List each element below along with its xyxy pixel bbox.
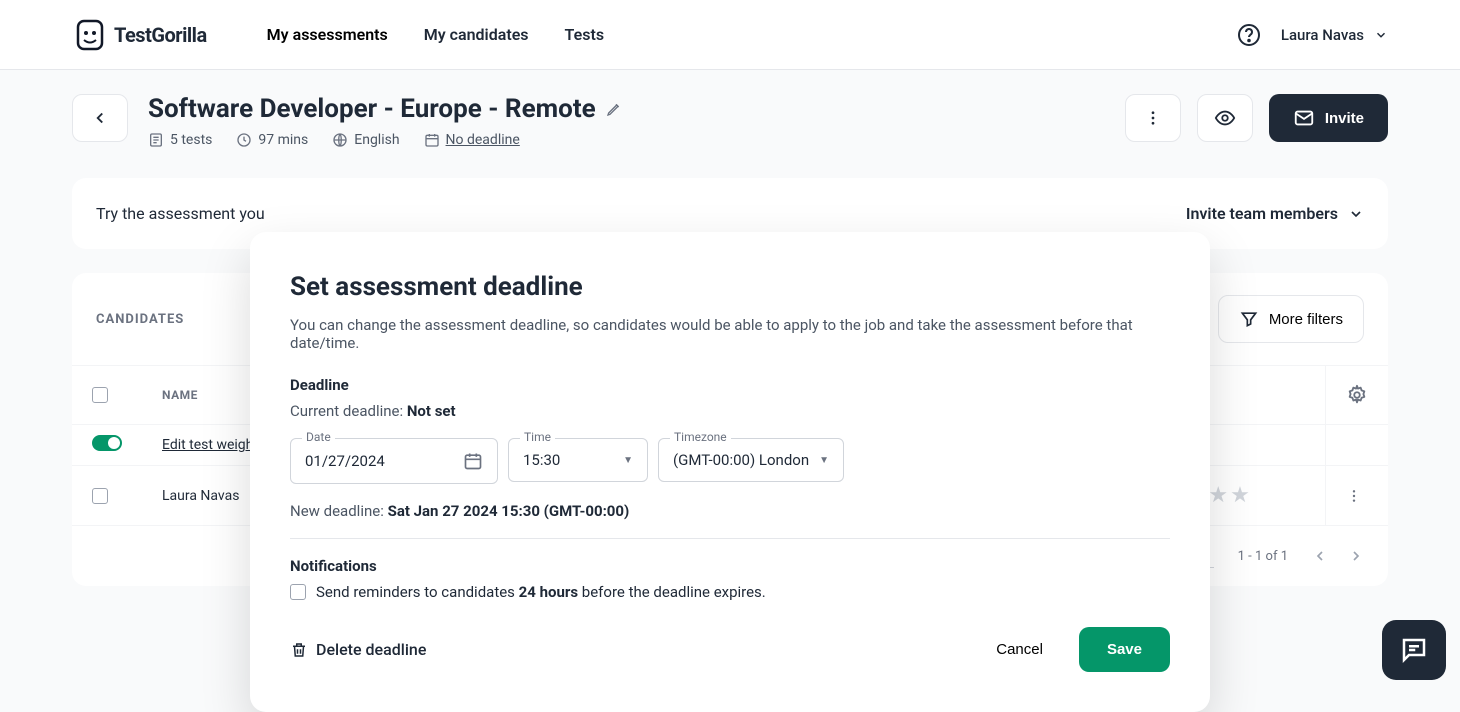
user-name: Laura Navas xyxy=(1281,26,1364,44)
help-button[interactable] xyxy=(1237,23,1261,47)
date-input[interactable]: 01/27/2024 xyxy=(290,438,498,484)
timezone-select[interactable]: (GMT-00:00) London ▼ xyxy=(658,438,844,482)
cancel-button[interactable]: Cancel xyxy=(972,627,1067,672)
tests-count: 5 tests xyxy=(148,132,212,148)
edit-title-button[interactable] xyxy=(606,101,622,117)
save-button[interactable]: Save xyxy=(1079,627,1170,672)
brand-logo[interactable]: TestGorilla xyxy=(72,17,207,53)
chevron-down-icon xyxy=(1374,28,1388,42)
notification-checkbox-row[interactable]: Send reminders to candidates 24 hours be… xyxy=(290,583,1170,601)
invite-team-button[interactable]: Invite team members xyxy=(1186,204,1364,223)
top-header: TestGorilla My assessments My candidates… xyxy=(0,0,1460,70)
brand-name: TestGorilla xyxy=(114,23,207,47)
invite-button[interactable]: Invite xyxy=(1269,94,1388,142)
nav-my-assessments[interactable]: My assessments xyxy=(267,25,388,44)
deadline-link[interactable]: No deadline xyxy=(424,132,520,148)
star-icon: ★ xyxy=(1208,483,1228,508)
date-label: Date xyxy=(302,430,335,444)
time-label: Time xyxy=(520,430,555,444)
chevron-right-icon xyxy=(1348,548,1364,564)
more-filters-button[interactable]: More filters xyxy=(1218,295,1364,343)
chevron-left-icon xyxy=(91,109,109,127)
chevron-left-icon xyxy=(1312,548,1328,564)
trash-icon xyxy=(290,641,308,659)
try-text: Try the assessment you xyxy=(96,204,265,223)
timezone-label: Timezone xyxy=(670,430,731,444)
main-nav: My assessments My candidates Tests xyxy=(267,25,604,44)
new-deadline: New deadline: Sat Jan 27 2024 15:30 (GMT… xyxy=(290,502,1170,539)
chat-widget-button[interactable] xyxy=(1382,620,1446,680)
notifications-section-title: Notifications xyxy=(290,557,1170,575)
next-page-button[interactable] xyxy=(1348,548,1364,564)
chevron-down-icon: ▼ xyxy=(623,455,633,466)
duration: 97 mins xyxy=(236,132,308,148)
nav-my-candidates[interactable]: My candidates xyxy=(424,25,529,44)
kebab-icon xyxy=(1346,488,1362,504)
prev-page-button[interactable] xyxy=(1312,548,1328,564)
reminder-label: Send reminders to candidates 24 hours be… xyxy=(316,583,766,601)
assessment-title: Software Developer - Europe - Remote xyxy=(148,94,596,124)
deadline-section-title: Deadline xyxy=(290,376,1170,394)
calendar-icon xyxy=(424,132,440,148)
modal-title: Set assessment deadline xyxy=(290,272,1170,302)
logo-mark-icon xyxy=(72,17,108,53)
filter-icon xyxy=(1239,309,1259,329)
pagination-range: 1 - 1 of 1 xyxy=(1238,549,1288,564)
weights-toggle[interactable] xyxy=(92,435,122,451)
language: English xyxy=(332,132,399,148)
nav-tests[interactable]: Tests xyxy=(565,25,605,44)
candidates-heading: CANDIDATES xyxy=(96,312,184,327)
preview-button[interactable] xyxy=(1197,94,1253,142)
assessment-subheader: Software Developer - Europe - Remote 5 t… xyxy=(0,70,1460,178)
delete-deadline-button[interactable]: Delete deadline xyxy=(290,640,426,659)
clock-icon xyxy=(236,132,252,148)
deadline-modal: Set assessment deadline You can change t… xyxy=(250,232,1210,712)
star-icon: ★ xyxy=(1230,483,1250,508)
chevron-down-icon: ▼ xyxy=(819,455,829,466)
chat-icon xyxy=(1399,635,1429,665)
table-settings-button[interactable] xyxy=(1346,384,1368,406)
envelope-icon xyxy=(1293,107,1315,129)
tests-icon xyxy=(148,132,164,148)
gear-icon xyxy=(1346,384,1368,406)
modal-description: You can change the assessment deadline, … xyxy=(290,316,1170,352)
globe-icon xyxy=(332,132,348,148)
actions-menu-button[interactable] xyxy=(1125,94,1181,142)
select-all-checkbox[interactable] xyxy=(92,387,108,403)
kebab-icon xyxy=(1144,109,1162,127)
pencil-icon xyxy=(606,101,622,117)
row-checkbox[interactable] xyxy=(92,488,108,504)
calendar-icon xyxy=(463,451,483,471)
time-select[interactable]: 15:30 ▼ xyxy=(508,438,648,482)
current-deadline: Current deadline: Not set xyxy=(290,402,1170,420)
chevron-down-icon xyxy=(1348,206,1364,222)
row-menu-button[interactable] xyxy=(1346,488,1368,504)
back-button[interactable] xyxy=(72,94,128,142)
eye-icon xyxy=(1214,107,1236,129)
reminder-checkbox[interactable] xyxy=(290,584,306,600)
user-menu[interactable]: Laura Navas xyxy=(1281,26,1388,44)
help-icon xyxy=(1237,23,1261,47)
